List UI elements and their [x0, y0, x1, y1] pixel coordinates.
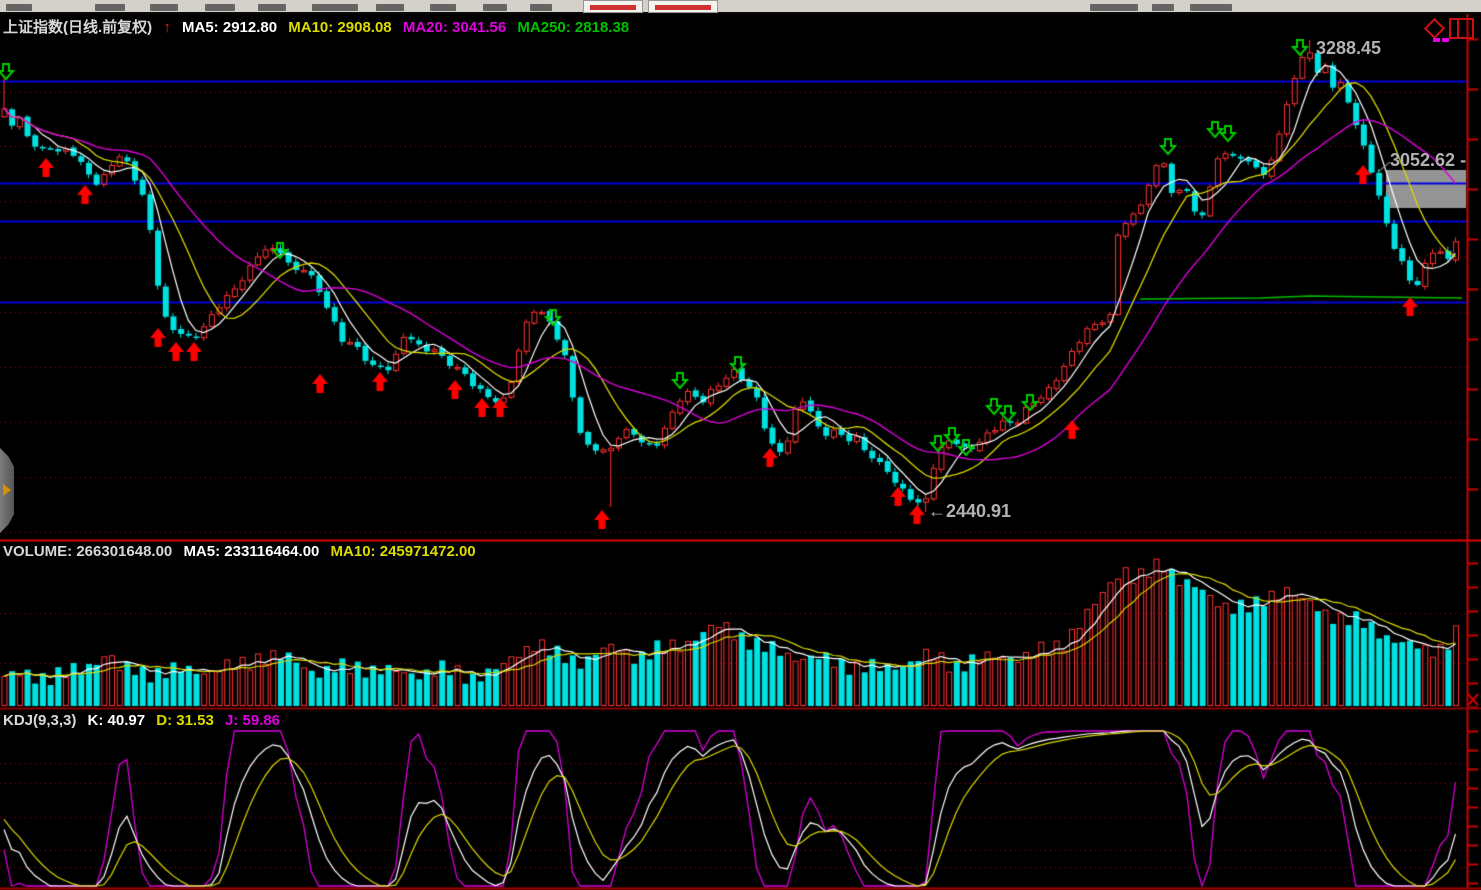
volume-readout: VOLUME: 266301648.00	[3, 543, 172, 560]
ma10-readout: MA10: 2908.08	[288, 19, 391, 36]
menu-item[interactable]	[1090, 4, 1138, 11]
marked-level-label: 3052.62 -	[1390, 150, 1466, 171]
period-high-label: 3288.45	[1316, 38, 1381, 59]
expand-arrow-icon	[3, 484, 11, 496]
menubar-red-button[interactable]	[648, 0, 718, 13]
menu-item[interactable]	[6, 4, 32, 11]
menu-item[interactable]	[530, 4, 552, 11]
trading-app-window: 上证指数(日线.前复权) ↑ MA5: 2912.80 MA10: 2908.0…	[0, 0, 1481, 890]
ma250-readout: MA250: 2818.38	[517, 19, 629, 36]
pane-indicator-dash-icon	[1433, 38, 1440, 42]
trend-up-icon: ↑	[163, 19, 171, 36]
k-readout: K: 40.97	[88, 712, 146, 729]
menubar-red-button[interactable]	[583, 0, 643, 13]
menu-item[interactable]	[430, 4, 456, 11]
kdj-pane-header: KDJ(9,3,3) K: 40.97 D: 31.53 J: 59.86	[3, 712, 287, 729]
menu-item[interactable]	[483, 4, 507, 11]
period-low-label: ←2440.91	[928, 501, 1011, 522]
menu-item[interactable]	[95, 4, 125, 11]
menu-item[interactable]	[376, 4, 404, 11]
pane-indicator-dash-icon	[1442, 38, 1449, 42]
symbol-title: 上证指数(日线.前复权)	[3, 19, 152, 36]
menu-item[interactable]	[258, 4, 286, 11]
split-window-icon[interactable]	[1449, 18, 1474, 39]
menu-item[interactable]	[1152, 4, 1174, 11]
candlestick-chart-canvas[interactable]	[0, 0, 1481, 890]
main-chart-header: 上证指数(日线.前复权) ↑ MA5: 2912.80 MA10: 2908.0…	[3, 16, 636, 37]
volume-ma5-readout: MA5: 233116464.00	[183, 543, 319, 560]
menu-item[interactable]	[1190, 4, 1232, 11]
d-readout: D: 31.53	[156, 712, 214, 729]
menu-item[interactable]	[150, 4, 178, 11]
menu-item[interactable]	[205, 4, 235, 11]
j-readout: J: 59.86	[225, 712, 280, 729]
kdj-label: KDJ(9,3,3)	[3, 712, 76, 729]
ma5-readout: MA5: 2912.80	[182, 19, 277, 36]
ma20-readout: MA20: 3041.56	[403, 19, 506, 36]
menu-item[interactable]	[312, 4, 358, 11]
volume-pane-header: VOLUME: 266301648.00 MA5: 233116464.00 M…	[3, 543, 483, 560]
volume-ma10-readout: MA10: 245971472.00	[331, 543, 476, 560]
menubar[interactable]	[0, 0, 1481, 14]
